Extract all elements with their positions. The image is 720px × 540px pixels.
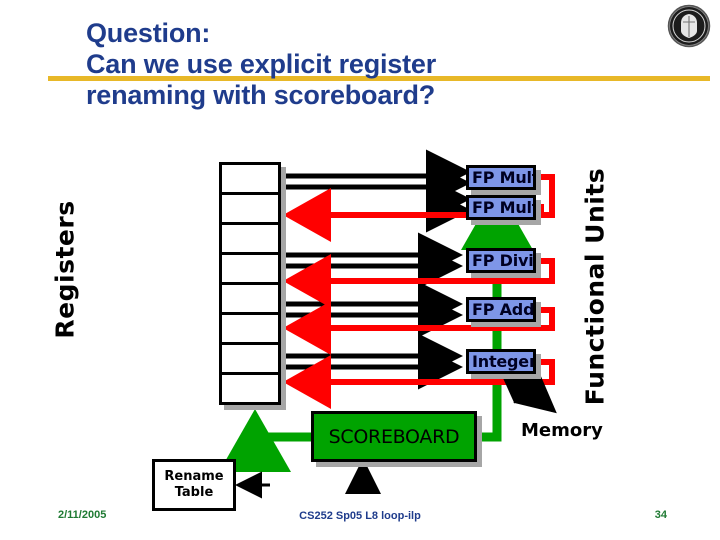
university-seal-icon — [667, 4, 711, 48]
footer-course: CS252 Sp05 L8 loop-ilp — [299, 510, 421, 522]
fu-box-fp-divide[interactable]: FP Divide — [466, 248, 536, 273]
fu-box-fp-mult-2[interactable]: FP Mult — [466, 195, 536, 220]
fu-box-integer[interactable]: Integer — [466, 349, 536, 374]
fu-label-fp-mult-1: FP Mult — [472, 168, 536, 187]
scoreboard-label: SCOREBOARD — [328, 425, 460, 448]
register-cell[interactable] — [222, 225, 278, 255]
functional-units-label: Functional Units — [580, 167, 610, 406]
fu-box-fp-mult-1[interactable]: FP Mult — [466, 165, 536, 190]
register-cell[interactable] — [222, 285, 278, 315]
register-cell[interactable] — [222, 315, 278, 345]
register-cell[interactable] — [222, 345, 278, 375]
fu-label-integer: Integer — [472, 352, 536, 371]
fu-label-fp-add: FP Add — [472, 300, 535, 319]
fu-label-fp-divide: FP Divide — [472, 251, 534, 270]
register-cell[interactable] — [222, 255, 278, 285]
register-cell[interactable] — [222, 165, 278, 195]
register-cell[interactable] — [222, 195, 278, 225]
title-line-3: renaming with scoreboard? — [86, 80, 436, 110]
registers-label: Registers — [50, 200, 80, 339]
slide-canvas: Question: Can we use explicit register r… — [0, 0, 720, 540]
operand-bus-black — [283, 149, 471, 390]
register-file[interactable] — [219, 162, 281, 405]
rename-table-line-1: Rename — [164, 469, 224, 484]
title-line-1: Question: — [86, 18, 211, 48]
rename-table-box[interactable]: Rename Table — [152, 459, 236, 511]
scoreboard-box[interactable]: SCOREBOARD — [311, 411, 477, 462]
fu-box-fp-add[interactable]: FP Add — [466, 297, 536, 322]
memory-label: Memory — [521, 420, 603, 441]
title-line-2: Can we use explicit register — [86, 49, 437, 79]
rename-table-line-2: Table — [174, 485, 214, 500]
fu-label-fp-mult-2: FP Mult — [472, 198, 536, 217]
register-cell[interactable] — [222, 375, 278, 402]
page-title: Question: Can we use explicit register r… — [86, 18, 646, 111]
footer-page-number: 34 — [654, 509, 667, 521]
